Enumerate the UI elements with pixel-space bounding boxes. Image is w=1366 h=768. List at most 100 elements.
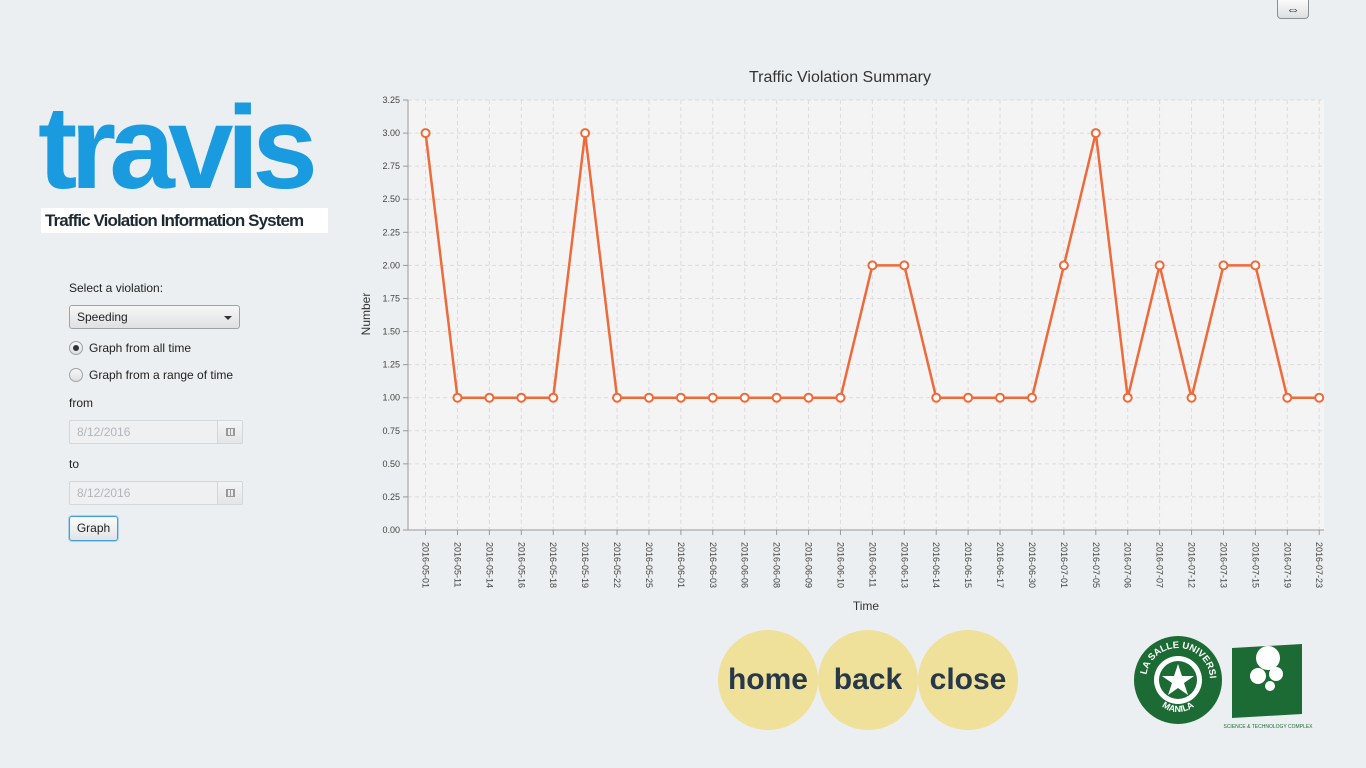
violation-select[interactable]: Speeding [69,305,240,329]
to-date-picker[interactable]: 8/12/2016 [69,481,243,505]
stc-logo-circle-small [1265,681,1275,691]
radio-range-label: Graph from a range of time [89,368,234,382]
data-point [516,392,527,403]
radio-all-time-label: Graph from all time [89,341,192,355]
y-tick-label: 3.25 [382,95,400,105]
calendar-icon [225,489,235,497]
data-point [612,392,623,403]
y-tick-label: 1.50 [382,327,400,337]
y-tick-label: 3.00 [382,128,400,138]
x-tick-label: 2016-06-09 [804,542,814,588]
y-tick-label: 0.25 [382,492,400,502]
data-point [420,128,431,139]
x-tick-label: 2016-07-07 [1155,542,1165,588]
y-tick-label: 2.00 [382,260,400,270]
y-tick-label: 2.50 [382,194,400,204]
travis-logo: travis [38,82,318,214]
data-point [1154,260,1165,271]
data-point [771,392,782,403]
calendar-icon [225,428,235,436]
data-point [1218,260,1229,271]
data-point [899,260,910,271]
x-tick-label: 2016-06-11 [867,542,877,587]
data-point [867,260,878,271]
y-tick-label: 0.50 [382,459,400,469]
y-tick-label: 1.25 [382,360,400,370]
data-point [1250,260,1261,271]
from-date-value: 8/12/2016 [77,425,131,439]
close-button[interactable]: close [918,630,1018,730]
x-tick-label: 2016-06-01 [676,542,686,588]
x-tick-label: 2016-05-25 [644,542,654,588]
x-tick-label: 2016-05-14 [484,542,494,588]
from-label: from [69,396,93,410]
y-axis-label: Number [359,293,373,336]
data-point [580,128,591,139]
data-point [931,392,942,403]
graph-button[interactable]: Graph [69,516,118,541]
x-tick-label: 2016-07-05 [1091,542,1101,588]
data-point [1282,392,1293,403]
x-tick-label: 2016-07-23 [1314,542,1324,588]
data-point [803,392,814,403]
data-point [484,392,495,403]
radio-all-time-indicator[interactable] [69,341,83,355]
x-tick-label: 2016-07-06 [1123,542,1133,588]
stc-caption: SCIENCE & TECHNOLOGY COMPLEX [1223,724,1313,730]
x-tick-label: 2016-07-19 [1282,542,1292,588]
data-point [835,392,846,403]
data-point [1122,392,1133,403]
x-tick-label: 2016-05-11 [452,542,462,587]
x-tick-label: 2016-07-12 [1187,542,1197,588]
data-point [1090,128,1101,139]
x-tick-label: 2016-07-01 [1059,542,1069,588]
x-tick-label: 2016-06-03 [708,542,718,588]
radio-range[interactable]: Graph from a range of time [69,368,233,382]
x-axis-label: Time [853,599,880,613]
plot-background [408,100,1324,530]
back-button[interactable]: back [818,630,918,730]
dlsu-seal: DE LA SALLE UNIVERSITY MANILA [1132,634,1222,724]
stc-logo-circle-left [1250,668,1266,684]
from-calendar-button[interactable] [217,421,242,443]
x-tick-label: 2016-06-13 [899,542,909,588]
y-tick-label: 2.75 [382,161,400,171]
data-point [643,392,654,403]
resize-icon: ⇔ [1286,1,1300,17]
x-tick-label: 2016-06-10 [835,542,845,588]
violation-select-label: Select a violation: [69,281,164,295]
traffic-violation-line-chart: Traffic Violation Summary Time Number 0.… [359,69,1325,613]
from-date-picker[interactable]: 8/12/2016 [69,420,243,444]
x-tick-label: 2016-06-08 [772,542,782,588]
data-point [1026,392,1037,403]
to-calendar-button[interactable] [217,482,242,504]
chart-title: Traffic Violation Summary [749,69,931,86]
radio-all-time[interactable]: Graph from all time [69,341,191,355]
window-resize-button[interactable]: ⇔ [1277,0,1309,19]
x-tick-label: 2016-06-14 [931,542,941,588]
violation-select-value: Speeding [77,310,128,324]
to-label: to [69,457,80,471]
data-point [963,392,974,403]
x-tick-label: 2016-07-13 [1218,542,1228,588]
stc-logo-circle-large [1256,646,1280,670]
x-tick-label: 2016-06-30 [1027,542,1037,588]
radio-range-indicator[interactable] [69,368,83,382]
logo-subtitle: Traffic Violation Information System [41,208,328,233]
data-point [739,392,750,403]
x-tick-label: 2016-05-01 [421,542,431,588]
chevron-down-icon [224,316,232,320]
data-point [707,392,718,403]
stc-logo-circle-right [1269,667,1283,681]
x-tick-label: 2016-06-06 [740,542,750,588]
home-button[interactable]: home [718,630,818,730]
to-date-value: 8/12/2016 [77,486,131,500]
x-tick-label: 2016-05-16 [516,542,526,588]
y-tick-label: 0.00 [382,525,400,535]
stc-logo: SCIENCE & TECHNOLOGY COMPLEX [1223,644,1313,730]
data-point [675,392,686,403]
y-tick-label: 0.75 [382,426,400,436]
y-tick-label: 2.25 [382,227,400,237]
data-point [548,392,559,403]
x-tick-label: 2016-07-15 [1250,542,1260,588]
